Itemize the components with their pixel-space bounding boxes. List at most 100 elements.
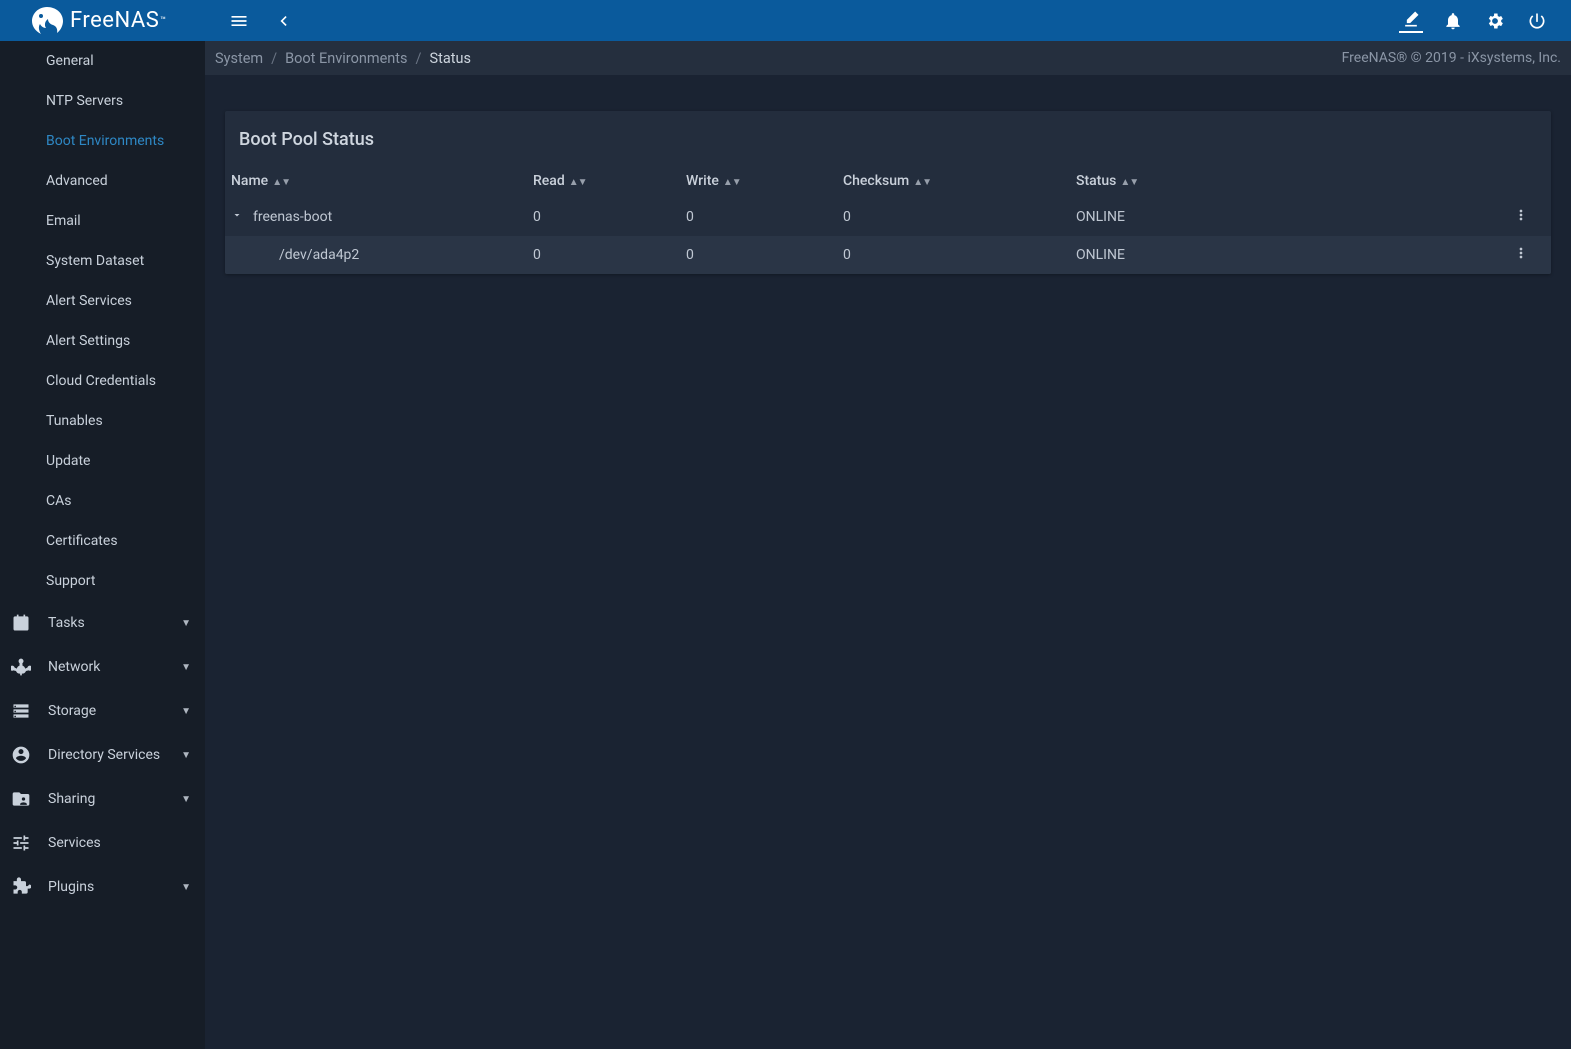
menu-toggle-button[interactable] xyxy=(227,9,251,33)
sidebar-item-boot-environments[interactable]: Boot Environments xyxy=(0,121,205,161)
breadcrumb-sep: / xyxy=(271,50,277,67)
sidebar-section-label: Directory Services xyxy=(48,747,165,763)
sidebar-item-support[interactable]: Support xyxy=(0,561,205,601)
top-right-controls xyxy=(1399,9,1563,33)
brand-text: FreeNAS xyxy=(70,8,159,33)
sidebar-item-cloud-credentials[interactable]: Cloud Credentials xyxy=(0,361,205,401)
sidebar-item-alert-services[interactable]: Alert Services xyxy=(0,281,205,321)
breadcrumb[interactable]: Boot Environments xyxy=(285,50,407,67)
sidebar-item-label: NTP Servers xyxy=(46,93,123,109)
dirsvc-icon xyxy=(10,745,32,765)
top-left-controls xyxy=(205,9,295,33)
col-header-read[interactable]: Read▲▼ xyxy=(527,164,680,198)
row-actions-button[interactable] xyxy=(1513,211,1529,227)
sort-icon: ▲▼ xyxy=(272,177,290,188)
col-label: Read xyxy=(533,173,565,189)
hub-icon xyxy=(10,657,32,677)
sidebar-item-label: System Dataset xyxy=(46,253,144,269)
breadcrumb[interactable]: System xyxy=(215,50,263,67)
boot-pool-card: Boot Pool Status Name▲▼ Read▲▼ Write▲▼ C… xyxy=(225,111,1551,274)
content: Boot Pool Status Name▲▼ Read▲▼ Write▲▼ C… xyxy=(205,75,1571,1049)
col-header-status[interactable]: Status ▲▼ xyxy=(1070,164,1491,198)
row-write: 0 xyxy=(680,198,837,236)
sort-icon: ▲▼ xyxy=(913,177,931,188)
chevron-down-icon: ▼ xyxy=(181,794,191,805)
row-read: 0 xyxy=(527,236,680,274)
col-label: Status xyxy=(1076,173,1116,189)
sidebar-item-email[interactable]: Email xyxy=(0,201,205,241)
more-vert-icon xyxy=(1513,245,1529,261)
sidebar-section-services[interactable]: Services xyxy=(0,821,205,865)
row-name: /dev/ada4p2 xyxy=(253,247,359,263)
sidebar-item-label: Alert Settings xyxy=(46,333,130,349)
tm: ™ xyxy=(160,16,166,26)
sidebar-item-label: Email xyxy=(46,213,81,229)
table-row[interactable]: freenas-boot000ONLINE xyxy=(225,198,1551,236)
sidebar-item-label: Alert Services xyxy=(46,293,132,309)
sidebar-section-storage[interactable]: Storage▼ xyxy=(0,689,205,733)
col-label: Name xyxy=(231,173,268,189)
breadcrumb: Status xyxy=(429,50,470,67)
more-vert-icon xyxy=(1513,207,1529,223)
col-label: Write xyxy=(686,173,719,189)
sidebar-section-label: Network xyxy=(48,659,165,675)
card-title: Boot Pool Status xyxy=(225,111,1551,164)
sidebar-item-label: General xyxy=(46,53,94,69)
sidebar-item-label: Update xyxy=(46,453,90,469)
sidebar-item-update[interactable]: Update xyxy=(0,441,205,481)
row-status: ONLINE xyxy=(1070,236,1491,274)
row-actions-button[interactable] xyxy=(1513,249,1529,265)
table-row[interactable]: /dev/ada4p2000ONLINE xyxy=(225,236,1551,274)
sidebar-item-label: Cloud Credentials xyxy=(46,373,156,389)
power-icon xyxy=(1527,11,1547,31)
sidebar-item-alert-settings[interactable]: Alert Settings xyxy=(0,321,205,361)
breadcrumb-sep: / xyxy=(416,50,422,67)
sidebar-item-tunables[interactable]: Tunables xyxy=(0,401,205,441)
power-button[interactable] xyxy=(1525,9,1549,33)
storage-icon xyxy=(10,701,32,721)
chevron-down-icon: ▼ xyxy=(181,618,191,629)
bell-icon xyxy=(1443,11,1463,31)
sidebar-section-label: Plugins xyxy=(48,879,165,895)
sidebar-section-network[interactable]: Network ▼ xyxy=(0,645,205,689)
collapse-button[interactable] xyxy=(271,9,295,33)
theme-button[interactable] xyxy=(1399,9,1423,33)
sidebar-item-label: Certificates xyxy=(46,533,118,549)
sort-icon: ▲▼ xyxy=(1120,177,1138,188)
row-write: 0 xyxy=(680,236,837,274)
notifications-button[interactable] xyxy=(1441,9,1465,33)
row-checksum: 0 xyxy=(837,236,1070,274)
chevron-down-icon: ▼ xyxy=(181,662,191,673)
col-header-checksum[interactable]: Checksum ▲▼ xyxy=(837,164,1070,198)
sidebar-section-directory-services[interactable]: Directory Services▼ xyxy=(0,733,205,777)
sidebar-item-certificates[interactable]: Certificates xyxy=(0,521,205,561)
sidebar-section-tasks[interactable]: Tasks▼ xyxy=(0,601,205,645)
col-label: Checksum xyxy=(843,173,909,189)
sidebar-section-label: Storage xyxy=(48,703,165,719)
row-read: 0 xyxy=(527,198,680,236)
sidebar-item-label: Support xyxy=(46,573,95,589)
chevron-left-icon xyxy=(273,11,293,31)
paint-icon xyxy=(1401,9,1421,29)
sidebar-section-sharing[interactable]: Sharing ▼ xyxy=(0,777,205,821)
sort-icon: ▲▼ xyxy=(723,177,741,188)
sidebar-section-plugins[interactable]: Plugins ▼ xyxy=(0,865,205,909)
chevron-down-icon: ▼ xyxy=(181,882,191,893)
gear-icon xyxy=(1485,11,1505,31)
col-header-write[interactable]: Write ▲▼ xyxy=(680,164,837,198)
sidebar-section-label: Services xyxy=(48,835,191,851)
sidebar-item-ntp-servers[interactable]: NTP Servers xyxy=(0,81,205,121)
col-header-name[interactable]: Name ▲▼ xyxy=(225,164,527,198)
sidebar-item-advanced[interactable]: Advanced xyxy=(0,161,205,201)
sidebar-item-cas[interactable]: CAs xyxy=(0,481,205,521)
chevron-down-icon[interactable] xyxy=(231,209,245,225)
logo[interactable]: FreeNAS ™ xyxy=(30,6,166,36)
sidebar-section-label: Sharing xyxy=(48,791,165,807)
sidebar-item-system-dataset[interactable]: System Dataset xyxy=(0,241,205,281)
sidebar: General NTP Servers Boot Environments Advan… xyxy=(0,41,205,1049)
settings-button[interactable] xyxy=(1483,9,1507,33)
sidebar-item-general[interactable]: General xyxy=(0,41,205,81)
tune-icon xyxy=(10,833,32,853)
sidebar-item-label: Boot Environments xyxy=(46,133,164,149)
sidebar-item-label: CAs xyxy=(46,493,71,509)
